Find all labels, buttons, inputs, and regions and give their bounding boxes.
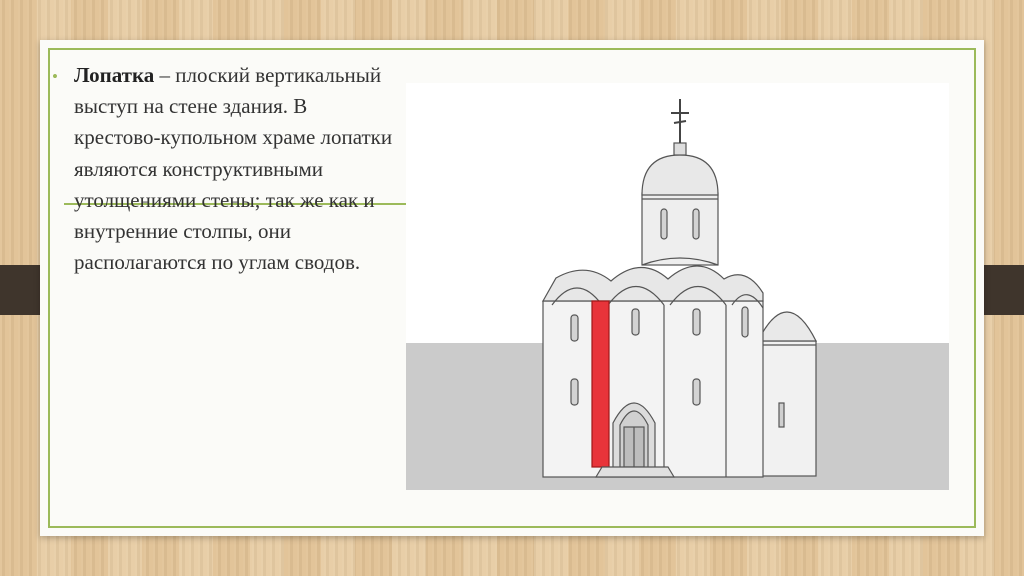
drum xyxy=(641,192,719,266)
text-block: • Лопатка – плоский вертикальный выступ … xyxy=(52,60,397,278)
pilaster-highlight xyxy=(591,300,610,468)
cross-icon xyxy=(671,99,689,143)
church-drawing xyxy=(406,99,949,490)
apse xyxy=(757,311,817,477)
dome xyxy=(641,142,719,196)
definition-paragraph: Лопатка – плоский вертикальный выступ на… xyxy=(74,60,397,278)
church-illustration xyxy=(406,83,949,490)
definition-text: – плоский вертикальный выступ на стене з… xyxy=(74,63,393,275)
term-label: Лопатка xyxy=(74,63,155,87)
bullet-icon: • xyxy=(52,67,58,86)
